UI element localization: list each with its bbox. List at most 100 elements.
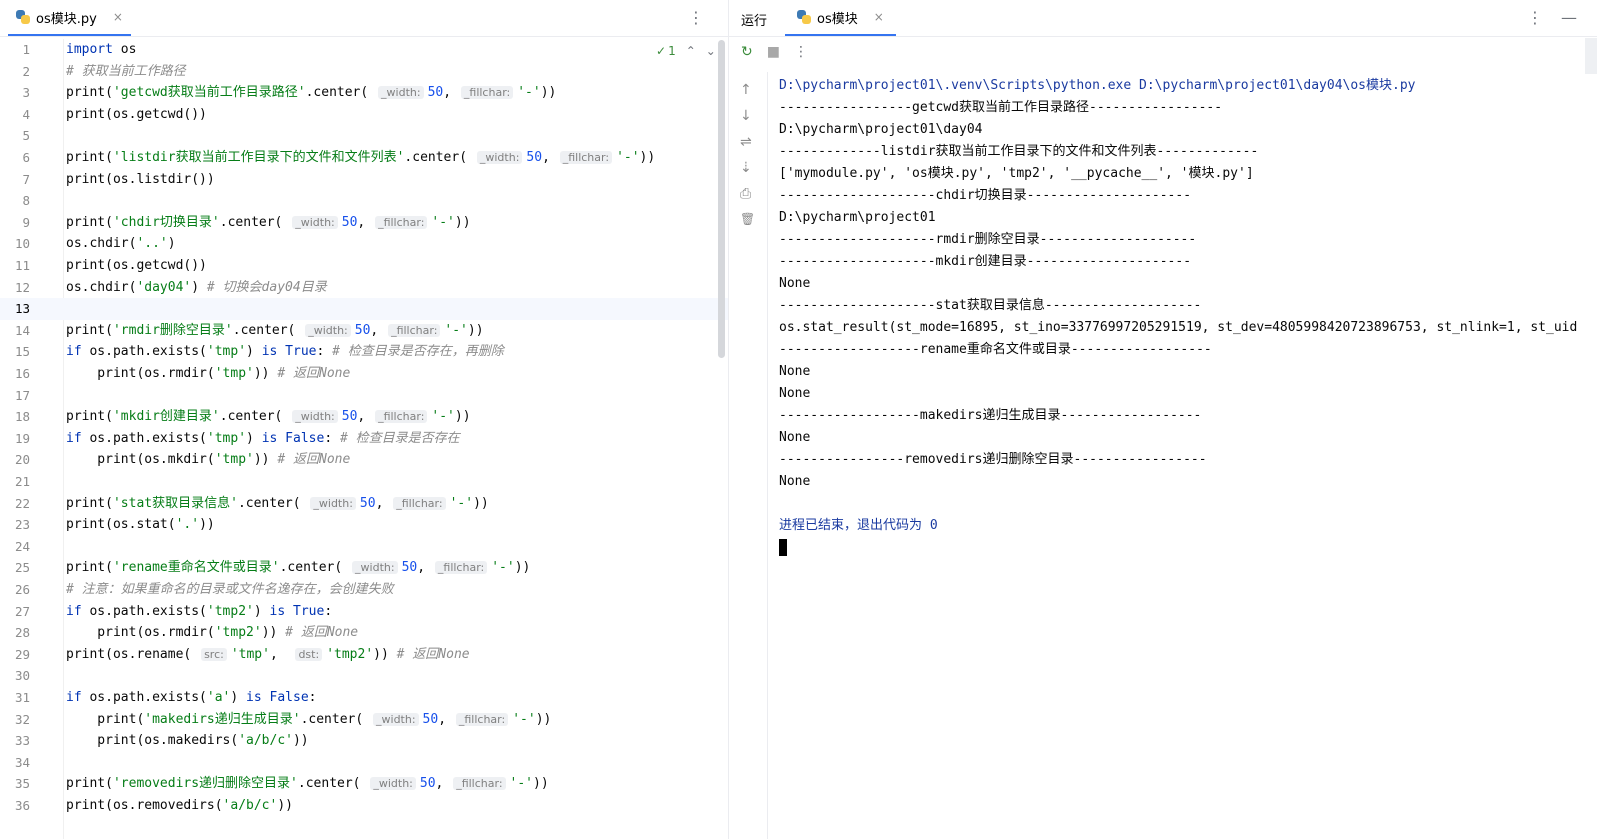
console-output[interactable]: D:\pycharm\project01\.venv\Scripts\pytho… — [779, 75, 1597, 839]
line-number: 31 — [14, 690, 30, 705]
line-number: 16 — [14, 366, 30, 381]
console-scrollbar[interactable] — [1585, 38, 1597, 74]
minimize-icon[interactable]: — — [1561, 8, 1577, 27]
code-line[interactable]: 11 print(os.getcwd()) — [0, 255, 728, 277]
code-text[interactable]: print(os.rmdir('tmp2')) # 返回None — [66, 622, 358, 644]
code-line[interactable]: 25 print('rename重命名文件或目录'.center( _width:… — [0, 557, 728, 579]
line-number: 36 — [14, 798, 30, 813]
code-line[interactable]: 9 print('chdir切换目录'.center( _width: 50, _f… — [0, 212, 728, 234]
editor-scrollbar[interactable] — [718, 40, 725, 358]
code-line[interactable]: 26 # 注意：如果重命名的目录或文件名逸存在，会创建失败 — [0, 579, 728, 601]
code-editor[interactable]: os模块.py × ⋮ ✓ 1 ⌃ ⌄ 1 import os 2 # 获取当前工作路… — [0, 0, 729, 839]
code-line[interactable]: 35 print('removedirs递归删除空目录'.center( _wid… — [0, 773, 728, 795]
code-line[interactable]: 22 print('stat获取目录信息'.center( _width: 50, … — [0, 493, 728, 515]
code-line[interactable]: 3 print('getcwd获取当前工作目录路径'.center( _width… — [0, 82, 728, 104]
code-text[interactable]: print('chdir切换目录'.center( _width: 50, _fi… — [66, 212, 471, 234]
code-line[interactable]: 18 print('mkdir创建目录'.center( _width: 50, _… — [0, 406, 728, 428]
code-text[interactable]: print(os.stat('.')) — [66, 514, 215, 536]
code-line[interactable]: 6 print('listdir获取当前工作目录下的文件和文件列表'.center… — [0, 147, 728, 169]
run-label[interactable]: 运行 — [741, 10, 767, 29]
code-text[interactable]: print(os.getcwd()) — [66, 104, 207, 126]
code-text[interactable]: print('mkdir创建目录'.center( _width: 50, _fi… — [66, 406, 471, 428]
code-line[interactable]: 16 print(os.rmdir('tmp')) # 返回None — [0, 363, 728, 385]
code-line[interactable]: 13 — [0, 298, 728, 321]
line-number: 2 — [22, 63, 30, 79]
code-text[interactable]: print(os.listdir()) — [66, 169, 215, 191]
code-line[interactable]: 19 if os.path.exists('tmp') is False: # 检… — [0, 428, 728, 450]
code-text[interactable]: print(os.getcwd()) — [66, 255, 207, 277]
code-text[interactable]: import os — [66, 39, 136, 61]
close-run-tab-icon[interactable]: × — [874, 10, 884, 24]
code-area[interactable]: 1 import os 2 # 获取当前工作路径 3 print('getcwd获取当前工… — [0, 39, 728, 839]
code-text[interactable]: print(os.removedirs('a/b/c')) — [66, 795, 293, 817]
code-line[interactable]: 4 print(os.getcwd()) — [0, 104, 728, 126]
code-text[interactable]: if os.path.exists('a') is False: — [66, 687, 316, 709]
code-text[interactable]: print('getcwd获取当前工作目录路径'.center( _width:… — [66, 82, 556, 104]
code-text[interactable]: print(os.mkdir('tmp')) # 返回None — [66, 449, 350, 471]
code-text[interactable]: if os.path.exists('tmp') is False: # 检查目… — [66, 428, 460, 450]
line-number: 17 — [14, 387, 30, 403]
code-line[interactable]: 36 print(os.removedirs('a/b/c')) — [0, 795, 728, 817]
code-text[interactable]: if os.path.exists('tmp2') is True: — [66, 601, 332, 623]
line-number: 7 — [22, 171, 30, 187]
rerun-icon[interactable]: ↻ — [741, 44, 753, 60]
code-line[interactable]: 31 if os.path.exists('a') is False: — [0, 687, 728, 709]
code-line[interactable]: 17 — [0, 385, 728, 407]
code-text[interactable]: print('makedirs递归生成目录'.center( _width: 50… — [66, 709, 551, 731]
code-text[interactable]: print('rename重命名文件或目录'.center( _width: 50… — [66, 557, 530, 579]
code-line[interactable]: 32 print('makedirs递归生成目录'.center( _width… — [0, 709, 728, 731]
code-line[interactable]: 33 print(os.makedirs('a/b/c')) — [0, 730, 728, 752]
code-text[interactable]: print(os.rename( src:'tmp', dst:'tmp2'))… — [66, 644, 470, 666]
code-line[interactable]: 24 — [0, 536, 728, 558]
scroll-down-icon[interactable]: ↓ — [740, 108, 752, 124]
code-text[interactable]: print('rmdir删除空目录'.center( _width: 50, _f… — [66, 320, 484, 342]
code-line[interactable]: 27 if os.path.exists('tmp2') is True: — [0, 601, 728, 623]
code-line[interactable]: 23 print(os.stat('.')) — [0, 514, 728, 536]
more-options-icon[interactable]: ⋮ — [1527, 8, 1543, 27]
code-line[interactable]: 34 — [0, 752, 728, 774]
code-text[interactable]: print(os.makedirs('a/b/c')) — [66, 730, 308, 752]
console-cursor[interactable] — [779, 539, 787, 556]
code-line[interactable]: 28 print(os.rmdir('tmp2')) # 返回None — [0, 622, 728, 644]
console-line: None — [779, 430, 811, 445]
code-line[interactable]: 10 os.chdir('..') — [0, 233, 728, 255]
editor-tab[interactable]: os模块.py × — [8, 0, 131, 36]
run-toolbar: ↻ ■ ⋮ — [741, 44, 808, 60]
scroll-to-end-icon[interactable]: ⇣ — [740, 160, 752, 176]
run-tab-bar: 运行 os模块 × ⋮ — — [729, 0, 1597, 37]
code-text[interactable]: os.chdir('..') — [66, 233, 176, 255]
code-text[interactable]: print('listdir获取当前工作目录下的文件和文件列表'.center(… — [66, 147, 655, 169]
close-tab-icon[interactable]: × — [113, 10, 123, 24]
code-text[interactable]: os.chdir('day04') # 切换会day04目录 — [66, 277, 327, 299]
code-line[interactable]: 20 print(os.mkdir('tmp')) # 返回None — [0, 449, 728, 471]
scroll-up-icon[interactable]: ↑ — [740, 82, 752, 98]
code-line[interactable]: 12 os.chdir('day04') # 切换会day04目录 — [0, 277, 728, 299]
line-number: 4 — [22, 106, 30, 122]
more-options-icon[interactable]: ⋮ — [688, 8, 704, 27]
line-number: 12 — [14, 279, 30, 295]
run-config-tab[interactable]: os模块 × — [785, 0, 896, 36]
code-line[interactable]: 15 if os.path.exists('tmp') is True: # 检查… — [0, 341, 728, 363]
code-text[interactable]: print('stat获取目录信息'.center( _width: 50, _f… — [66, 493, 489, 515]
code-text[interactable]: print('removedirs递归删除空目录'.center( _width… — [66, 773, 549, 795]
print-icon[interactable]: ⎙ — [740, 186, 751, 202]
console-line: None — [779, 474, 811, 489]
console-line: ------------------rename重命名文件或目录--------… — [779, 342, 1212, 357]
code-text[interactable]: print(os.rmdir('tmp')) # 返回None — [66, 363, 350, 385]
code-text[interactable]: if os.path.exists('tmp') is True: # 检查目录… — [66, 341, 504, 363]
code-line[interactable]: 5 — [0, 125, 728, 147]
stop-icon[interactable]: ■ — [767, 44, 780, 60]
code-text[interactable]: # 注意：如果重命名的目录或文件名逸存在，会创建失败 — [66, 579, 394, 601]
soft-wrap-icon[interactable]: ⇌ — [740, 134, 752, 150]
code-line[interactable]: 14 print('rmdir删除空目录'.center( _width: 50, … — [0, 320, 728, 342]
code-line[interactable]: 8 — [0, 190, 728, 212]
code-line[interactable]: 7 print(os.listdir()) — [0, 169, 728, 191]
code-line[interactable]: 30 — [0, 665, 728, 687]
trash-icon[interactable]: 🗑 — [740, 212, 755, 226]
code-text[interactable]: # 获取当前工作路径 — [66, 61, 186, 83]
code-line[interactable]: 29 print(os.rename( src:'tmp', dst:'tmp2'… — [0, 644, 728, 666]
code-line[interactable]: 21 — [0, 471, 728, 493]
more-icon[interactable]: ⋮ — [794, 44, 808, 60]
code-line[interactable]: 2 # 获取当前工作路径 — [0, 61, 728, 83]
code-line[interactable]: 1 import os — [0, 39, 728, 61]
